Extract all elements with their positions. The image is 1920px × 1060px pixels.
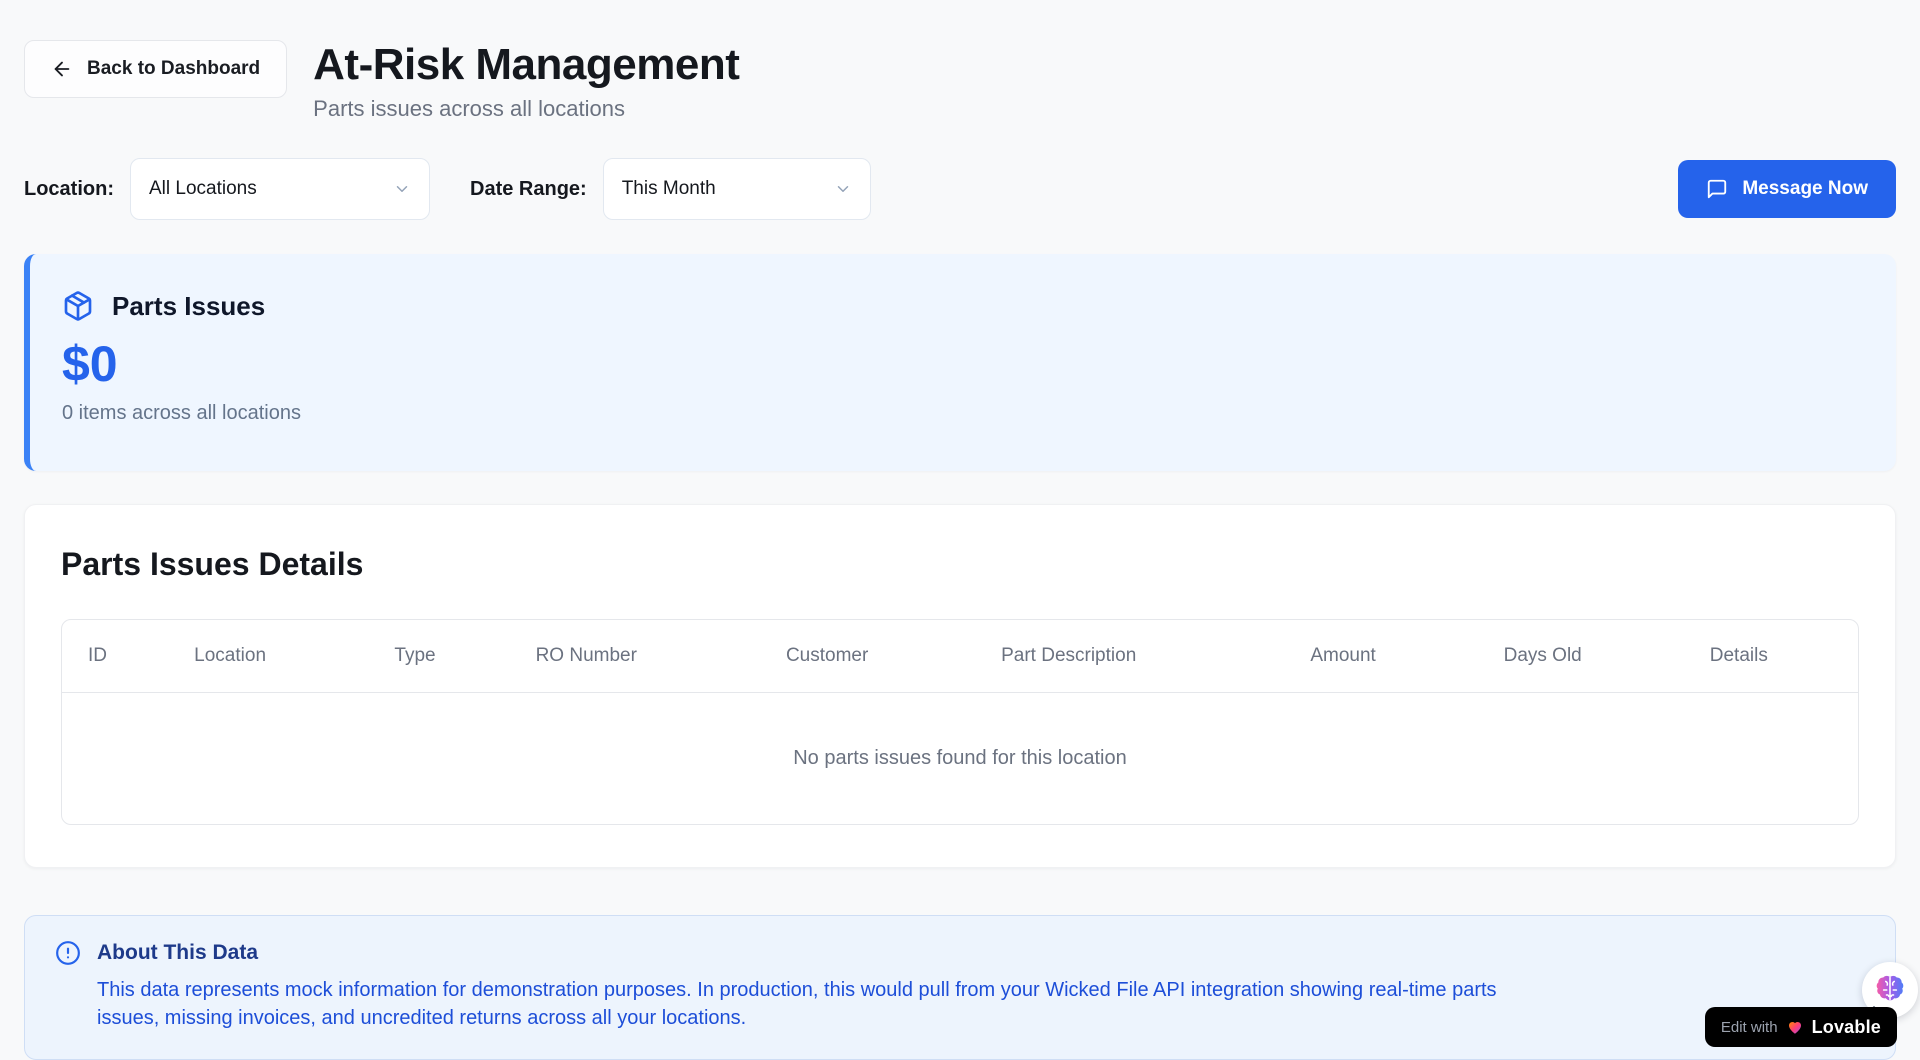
- location-select-value: All Locations: [149, 178, 257, 200]
- details-table: ID Location Type RO Number Customer Part…: [62, 620, 1858, 824]
- summary-card-header: Parts Issues: [62, 290, 1864, 322]
- edit-with-label: Edit with: [1721, 1019, 1778, 1036]
- summary-card-title: Parts Issues: [112, 291, 265, 322]
- about-this-data-card: About This Data This data represents moc…: [24, 915, 1896, 1060]
- date-range-label: Date Range:: [470, 178, 587, 201]
- page-title: At-Risk Management: [313, 40, 739, 90]
- parts-issues-table: ID Location Type RO Number Customer Part…: [61, 619, 1859, 825]
- location-select[interactable]: All Locations: [130, 158, 430, 220]
- message-square-icon: [1706, 178, 1728, 200]
- parts-issues-summary-card: Parts Issues $0 0 items across all locat…: [24, 254, 1896, 471]
- message-now-label: Message Now: [1742, 178, 1868, 200]
- table-header-row: ID Location Type RO Number Customer Part…: [62, 620, 1858, 693]
- column-header-type: Type: [394, 620, 535, 693]
- title-block: At-Risk Management Parts issues across a…: [313, 40, 739, 122]
- empty-state-row: No parts issues found for this location: [62, 693, 1858, 825]
- location-label: Location:: [24, 178, 114, 201]
- summary-subtext: 0 items across all locations: [62, 402, 1864, 425]
- package-icon: [62, 290, 94, 322]
- at-risk-management-page: Back to Dashboard At-Risk Management Par…: [0, 0, 1920, 1060]
- column-header-id: ID: [62, 620, 194, 693]
- empty-state-message: No parts issues found for this location: [62, 693, 1858, 825]
- column-header-details: Details: [1710, 620, 1858, 693]
- details-title: Parts Issues Details: [61, 545, 1859, 583]
- column-header-location: Location: [194, 620, 394, 693]
- back-to-dashboard-button[interactable]: Back to Dashboard: [24, 40, 287, 98]
- alert-circle-icon: [55, 940, 81, 966]
- heart-icon: [1786, 1018, 1804, 1036]
- chevron-down-icon: [393, 180, 411, 198]
- parts-issues-details-card: Parts Issues Details ID Location Type RO…: [24, 504, 1896, 868]
- column-header-ro-number: RO Number: [536, 620, 786, 693]
- about-title: About This Data: [97, 941, 258, 965]
- edit-with-lovable-badge[interactable]: Edit with Lovable: [1705, 1007, 1897, 1047]
- arrow-left-icon: [51, 58, 73, 80]
- column-header-amount: Amount: [1310, 620, 1503, 693]
- date-range-select[interactable]: This Month: [603, 158, 871, 220]
- about-card-header: About This Data: [55, 940, 1865, 966]
- column-header-days-old: Days Old: [1504, 620, 1710, 693]
- about-body-text: This data represents mock information fo…: [97, 976, 1527, 1033]
- back-button-label: Back to Dashboard: [87, 58, 260, 80]
- filter-bar: Location: All Locations Date Range: This…: [24, 158, 1896, 220]
- message-now-button[interactable]: Message Now: [1678, 160, 1896, 218]
- date-range-select-value: This Month: [622, 178, 716, 200]
- summary-amount: $0: [62, 336, 1864, 392]
- column-header-customer: Customer: [786, 620, 1001, 693]
- page-header: Back to Dashboard At-Risk Management Par…: [24, 0, 1896, 122]
- column-header-part-description: Part Description: [1001, 620, 1310, 693]
- page-subtitle: Parts issues across all locations: [313, 96, 739, 122]
- chevron-down-icon: [834, 180, 852, 198]
- lovable-brand-label: Lovable: [1812, 1017, 1881, 1038]
